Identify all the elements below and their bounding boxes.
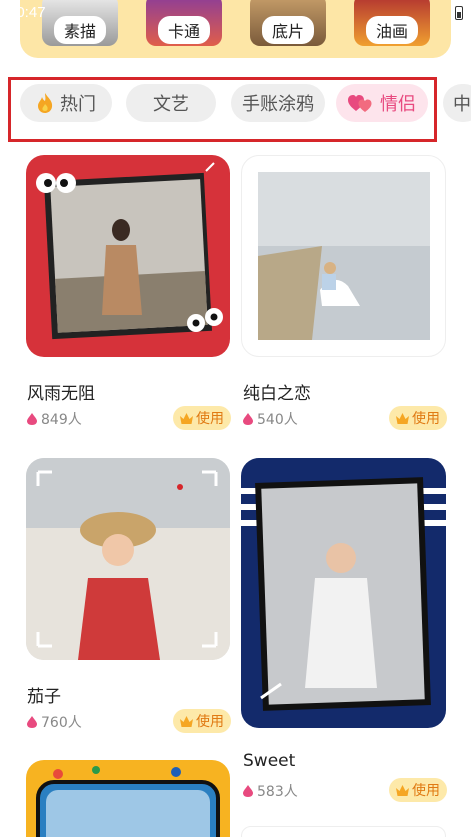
usage-count-text: 540人: [257, 412, 298, 428]
template-preview-art: [26, 458, 230, 660]
tab-label: 情侣: [380, 94, 416, 115]
drop-icon: [27, 716, 37, 728]
hearts-icon: [348, 95, 372, 112]
style-sketch[interactable]: 素描: [42, 0, 118, 46]
use-label: 使用: [412, 411, 440, 427]
template-title: 纯白之恋: [243, 384, 311, 404]
fire-icon: [38, 93, 53, 113]
usage-count: 583人: [243, 781, 298, 801]
template-title: Sweet: [243, 751, 296, 771]
style-label: 卡通: [157, 16, 211, 44]
style-label: 油画: [365, 16, 419, 44]
crown-icon: [396, 784, 409, 796]
tab-hot[interactable]: 热门: [20, 84, 112, 122]
tab-label: 中: [453, 94, 471, 115]
usage-count-text: 583人: [257, 784, 298, 800]
style-label: 素描: [53, 16, 107, 44]
drop-icon: [27, 413, 37, 425]
template-thumbnail[interactable]: [241, 155, 446, 357]
use-label: 使用: [412, 783, 440, 799]
template-preview-art: [241, 477, 446, 711]
template-thumbnail[interactable]: [241, 826, 446, 837]
tab-literary[interactable]: 文艺: [126, 84, 216, 122]
template-preview-art: [36, 162, 223, 340]
style-negative[interactable]: 底片: [250, 0, 326, 46]
use-template-button[interactable]: 使用: [173, 406, 231, 430]
template-thumbnail[interactable]: [26, 458, 230, 660]
status-time: 10:47: [8, 4, 46, 21]
template-thumbnail[interactable]: [241, 458, 446, 728]
style-oil[interactable]: 油画: [354, 0, 430, 46]
tab-label: 文艺: [153, 94, 189, 115]
template-preview-art: [258, 172, 430, 340]
tab-journal-doodle[interactable]: 手账涂鸦: [231, 84, 325, 122]
tab-couple[interactable]: 情侣: [336, 84, 428, 122]
usage-count-text: 849人: [41, 412, 82, 428]
usage-count: 760人: [27, 712, 82, 732]
use-label: 使用: [196, 411, 224, 427]
template-title: 茄子: [27, 687, 61, 707]
usage-count: 849人: [27, 409, 82, 429]
crown-icon: [180, 715, 193, 727]
drop-icon: [243, 413, 253, 425]
template-thumbnail[interactable]: [26, 155, 230, 357]
use-template-button[interactable]: 使用: [173, 709, 231, 733]
tab-label: 热门: [60, 94, 96, 115]
crown-icon: [180, 412, 193, 424]
template-title: 风雨无阻: [27, 384, 95, 404]
use-template-button[interactable]: 使用: [389, 778, 447, 802]
template-preview-art: [36, 766, 220, 837]
battery-icon: [455, 6, 463, 20]
template-thumbnail[interactable]: [26, 760, 230, 837]
tab-label: 手账涂鸦: [242, 94, 314, 115]
usage-count: 540人: [243, 409, 298, 429]
usage-count-text: 760人: [41, 715, 82, 731]
style-cartoon[interactable]: 卡通: [146, 0, 222, 46]
style-label: 底片: [261, 16, 315, 44]
tab-more[interactable]: 中: [443, 84, 471, 122]
drop-icon: [243, 785, 253, 797]
crown-icon: [396, 412, 409, 424]
use-label: 使用: [196, 714, 224, 730]
use-template-button[interactable]: 使用: [389, 406, 447, 430]
